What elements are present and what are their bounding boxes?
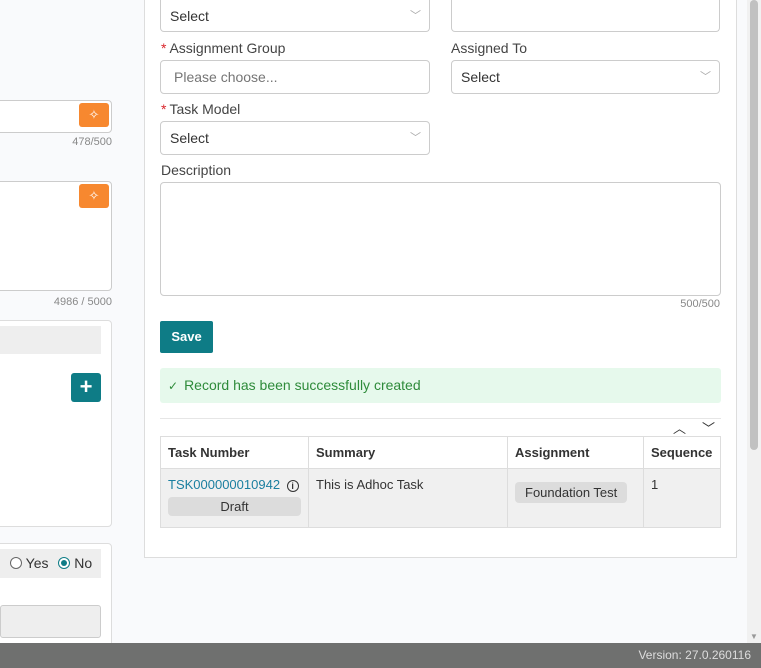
top-right-input[interactable]	[451, 0, 720, 32]
radio-yes[interactable]	[10, 557, 22, 569]
chevron-down-icon: ﹀	[700, 71, 711, 83]
info-icon[interactable]: i	[286, 480, 299, 492]
yes-no-group: Yes No	[0, 549, 101, 578]
divider	[160, 418, 721, 419]
task-model-select[interactable]: Select ﹀	[160, 121, 430, 155]
sequence-cell: 1	[643, 468, 721, 528]
col-assignment[interactable]: Assignment	[507, 436, 644, 469]
plus-icon: +	[79, 374, 93, 399]
chevron-down-icon: ﹀	[410, 10, 421, 22]
task-number-cell: TSK000000010942 i Draft	[160, 468, 309, 528]
save-button[interactable]: Save	[160, 321, 213, 353]
scrollbar-thumb[interactable]	[750, 0, 758, 450]
assigned-to-select[interactable]: Select ﹀	[451, 60, 720, 94]
scroll-down-arrow[interactable]: ▼	[750, 632, 758, 641]
sparkle-icon: ✧	[88, 107, 100, 122]
assigned-to-label: Assigned To	[451, 40, 528, 56]
vertical-scrollbar[interactable]: ▼	[747, 0, 761, 643]
summary-cell: This is Adhoc Task	[308, 468, 508, 528]
version-text: Version: 27.0.260116	[638, 648, 751, 662]
char-counter-2: 4986 / 5000	[53, 296, 112, 308]
table-header-row: Task Number Summary Assignment Sequence	[160, 436, 721, 469]
footer-bar: Version: 27.0.260116	[0, 643, 761, 668]
radio-yes-label: Yes	[25, 555, 49, 571]
task-model-label: * Task Model	[161, 101, 241, 117]
table-row: TSK000000010942 i Draft This is Adhoc Ta…	[160, 468, 721, 528]
radio-no-label: No	[74, 555, 93, 571]
ai-assist-button-2[interactable]: ✧	[79, 184, 109, 208]
check-icon: ✓	[168, 379, 179, 393]
expand-down-icon[interactable]: ﹀	[702, 418, 715, 437]
left-grey-button[interactable]	[0, 605, 101, 638]
assignment-group-label: * Assignment Group	[161, 40, 286, 56]
sparkle-icon: ✧	[88, 188, 100, 203]
col-sequence[interactable]: Sequence	[643, 436, 721, 469]
col-summary[interactable]: Summary	[308, 436, 508, 469]
description-counter: 500/500	[680, 298, 720, 310]
chevron-down-icon: ﹀	[410, 132, 421, 144]
char-counter-1: 478/500	[72, 136, 112, 148]
task-number-link[interactable]: TSK000000010942	[168, 477, 280, 492]
add-button[interactable]: +	[71, 373, 101, 402]
task-table: Task Number Summary Assignment Sequence …	[160, 436, 721, 528]
assignment-cell: Foundation Test	[507, 468, 644, 528]
left-panel-header	[0, 326, 101, 354]
top-select[interactable]: Select ﹀	[160, 0, 430, 32]
status-badge: Draft	[168, 497, 301, 516]
radio-no[interactable]	[58, 557, 71, 569]
description-textarea[interactable]	[160, 182, 721, 296]
assignment-group-input[interactable]	[160, 60, 430, 94]
assignment-chip: Foundation Test	[515, 482, 628, 503]
description-label: Description	[161, 162, 232, 178]
success-alert: ✓ Record has been successfully created	[160, 368, 721, 403]
ai-assist-button-1[interactable]: ✧	[79, 103, 109, 127]
col-task-number[interactable]: Task Number	[160, 436, 309, 469]
collapse-up-icon[interactable]: ︿	[673, 418, 686, 437]
